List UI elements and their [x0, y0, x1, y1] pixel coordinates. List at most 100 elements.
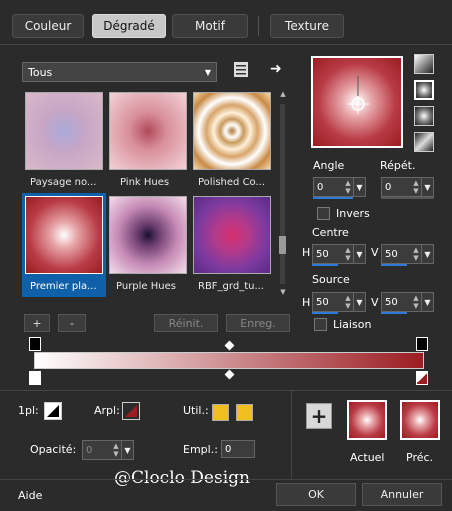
- spin-arrows-icon[interactable]: ▲ ▼: [343, 294, 353, 310]
- save-button[interactable]: Enreg.: [226, 314, 290, 332]
- tab-divider: [258, 16, 259, 36]
- scroll-up-icon[interactable]: ▲: [278, 90, 288, 100]
- spin-arrows-icon[interactable]: ▲ ▼: [111, 442, 121, 458]
- gradient-swatch: [193, 196, 271, 274]
- center-h-slider[interactable]: [312, 264, 338, 266]
- empl-field[interactable]: 0: [221, 440, 255, 458]
- opacity-label: Opacité:: [30, 443, 77, 456]
- center-crosshair-icon[interactable]: [341, 76, 375, 116]
- opacity-midpoint[interactable]: [224, 340, 235, 351]
- chevron-down-icon[interactable]: ▼: [421, 245, 433, 263]
- chevron-down-icon[interactable]: ▼: [121, 441, 133, 459]
- invert-checkbox[interactable]: [317, 207, 330, 220]
- repeat-value[interactable]: 0: [382, 182, 411, 193]
- color-stop-right[interactable]: [416, 371, 428, 385]
- source-v-value[interactable]: 50: [382, 297, 411, 308]
- scroll-down-icon[interactable]: ▼: [278, 288, 288, 298]
- remove-gradient-button[interactable]: -: [58, 314, 86, 332]
- gradient-label: Purple Hues: [116, 281, 176, 292]
- chevron-down-icon[interactable]: ▼: [421, 293, 433, 311]
- chevron-down-icon[interactable]: ▼: [353, 245, 365, 263]
- add-gradient-button[interactable]: +: [24, 314, 50, 332]
- sunburst-style-icon[interactable]: [414, 132, 434, 152]
- radial-style-icon[interactable]: [414, 106, 434, 126]
- chevron-down-icon[interactable]: ▼: [353, 293, 365, 311]
- category-select-value: Tous: [28, 65, 53, 79]
- center-v-value[interactable]: 50: [382, 249, 411, 260]
- gradient-tile-selected[interactable]: Premier pla...: [22, 193, 106, 297]
- reset-button[interactable]: Réinit.: [154, 314, 218, 332]
- chevron-down-icon[interactable]: ▼: [353, 178, 365, 196]
- spin-arrows-icon[interactable]: ▲ ▼: [411, 179, 421, 195]
- rectangular-style-icon[interactable]: [414, 80, 434, 100]
- opacity-stop-left[interactable]: [29, 337, 41, 351]
- angle-spinner[interactable]: 0 ▲ ▼ ▼: [313, 177, 366, 197]
- gradient-preview[interactable]: [311, 56, 403, 148]
- repeat-slider[interactable]: [381, 197, 434, 199]
- gradient-label: Pink Hues: [120, 177, 170, 188]
- ok-button[interactable]: OK: [276, 483, 356, 506]
- gradient-swatch: [25, 196, 103, 274]
- spin-arrows-icon[interactable]: ▲ ▼: [343, 246, 353, 262]
- invert-label: Invers: [336, 207, 370, 220]
- angle-label: Angle: [313, 159, 345, 172]
- source-v-label: V: [371, 296, 379, 309]
- spin-arrows-icon[interactable]: ▲ ▼: [411, 294, 421, 310]
- gradient-tile[interactable]: Purple Hues: [106, 193, 190, 297]
- angle-value[interactable]: 0: [314, 182, 343, 193]
- gradient-tile[interactable]: Pink Hues: [106, 89, 190, 193]
- color-stop-left[interactable]: [29, 371, 41, 385]
- linear-style-icon[interactable]: [414, 54, 434, 74]
- arpl-swatch[interactable]: [122, 402, 140, 420]
- util-swatch-1[interactable]: [212, 404, 229, 421]
- spin-arrows-icon[interactable]: ▲ ▼: [343, 179, 353, 195]
- link-checkbox[interactable]: [314, 318, 327, 331]
- gradient-list-scrollbar[interactable]: ▲ ▼: [278, 90, 288, 298]
- opacity-stop-right[interactable]: [416, 337, 428, 351]
- empl-value[interactable]: 0: [222, 444, 254, 455]
- source-h-slider[interactable]: [312, 312, 338, 314]
- first-plan-label: 1pl:: [18, 404, 39, 417]
- list-view-icon[interactable]: [233, 61, 249, 78]
- cancel-button[interactable]: Annuler: [362, 483, 442, 506]
- add-to-library-icon[interactable]: +: [306, 403, 332, 429]
- gradient-tile[interactable]: RBF_grd_tu...: [190, 193, 274, 297]
- tab-couleur[interactable]: Couleur: [12, 14, 84, 38]
- arrow-right-icon[interactable]: ➜: [270, 61, 286, 77]
- repeat-spinner[interactable]: 0 ▲ ▼ ▼: [381, 177, 434, 197]
- source-v-spinner[interactable]: 50 ▲ ▼ ▼: [381, 292, 434, 312]
- source-h-label: H: [302, 296, 311, 309]
- center-v-spinner[interactable]: 50 ▲ ▼ ▼: [381, 244, 434, 264]
- source-h-spinner[interactable]: 50 ▲ ▼ ▼: [312, 292, 366, 312]
- opacity-value[interactable]: 0: [83, 445, 111, 456]
- scroll-track[interactable]: [280, 104, 285, 284]
- gradient-tile[interactable]: Polished Co...: [190, 89, 274, 193]
- watermark-text: @Cloclo Design: [114, 468, 250, 488]
- angle-slider[interactable]: [313, 197, 353, 199]
- gradient-swatch: [109, 196, 187, 274]
- gradient-tile[interactable]: Paysage no...: [22, 89, 106, 193]
- source-v-slider[interactable]: [381, 312, 407, 314]
- gradient-label: Premier pla...: [30, 281, 97, 292]
- color-midpoint[interactable]: [224, 369, 235, 380]
- tab-degrade[interactable]: Dégradé: [92, 14, 166, 38]
- util-label: Util.:: [183, 404, 209, 417]
- spin-arrows-icon[interactable]: ▲ ▼: [411, 246, 421, 262]
- source-h-value[interactable]: 50: [313, 297, 343, 308]
- gradient-swatch: [109, 92, 187, 170]
- center-h-value[interactable]: 50: [313, 249, 343, 260]
- chevron-down-icon[interactable]: ▼: [421, 178, 433, 196]
- util-swatch-2[interactable]: [236, 404, 253, 421]
- scroll-thumb[interactable]: [279, 236, 286, 254]
- current-gradient-swatch[interactable]: [347, 400, 387, 440]
- tab-motif[interactable]: Motif: [172, 14, 248, 38]
- center-h-spinner[interactable]: 50 ▲ ▼ ▼: [312, 244, 366, 264]
- category-select[interactable]: Tous ▼: [22, 62, 217, 82]
- gradient-bar[interactable]: [34, 352, 424, 369]
- first-plan-swatch[interactable]: [44, 402, 62, 420]
- center-v-slider[interactable]: [381, 264, 407, 266]
- opacity-spinner[interactable]: 0 ▲ ▼ ▼: [82, 440, 134, 460]
- help-link[interactable]: Aide: [18, 489, 42, 502]
- tab-texture[interactable]: Texture: [270, 14, 344, 38]
- previous-gradient-swatch[interactable]: [400, 400, 440, 440]
